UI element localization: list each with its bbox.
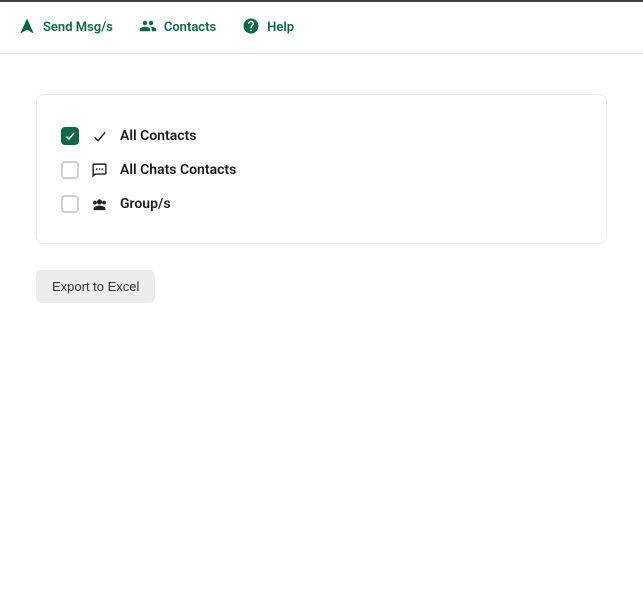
check-icon <box>91 128 108 145</box>
nav-send-msgs-label: Send Msg/s <box>43 20 113 35</box>
nav-contacts-label: Contacts <box>164 20 216 35</box>
checkbox-all-chats[interactable] <box>61 161 79 179</box>
content-area: All Contacts All Chats Contacts Group/s … <box>0 54 643 343</box>
nav-contacts[interactable]: Contacts <box>135 11 220 45</box>
nav-send-msgs[interactable]: Send Msg/s <box>14 11 117 45</box>
checkbox-all-contacts[interactable] <box>61 127 79 145</box>
export-excel-button[interactable]: Export to Excel <box>36 270 155 303</box>
option-all-contacts[interactable]: All Contacts <box>61 119 582 153</box>
option-groups-label: Group/s <box>120 196 171 212</box>
nav-help-label: Help <box>267 20 294 35</box>
navbar: Send Msg/s Contacts Help <box>0 2 643 54</box>
send-icon <box>18 17 36 39</box>
option-all-contacts-label: All Contacts <box>120 128 196 144</box>
option-groups[interactable]: Group/s <box>61 187 582 221</box>
option-all-chats[interactable]: All Chats Contacts <box>61 153 582 187</box>
group-icon <box>91 196 108 213</box>
contacts-icon <box>139 17 157 39</box>
checkbox-groups[interactable] <box>61 195 79 213</box>
chat-icon <box>91 162 108 179</box>
help-icon <box>242 17 260 39</box>
option-all-chats-label: All Chats Contacts <box>120 162 236 178</box>
options-card: All Contacts All Chats Contacts Group/s <box>36 94 607 244</box>
nav-help[interactable]: Help <box>238 11 298 45</box>
